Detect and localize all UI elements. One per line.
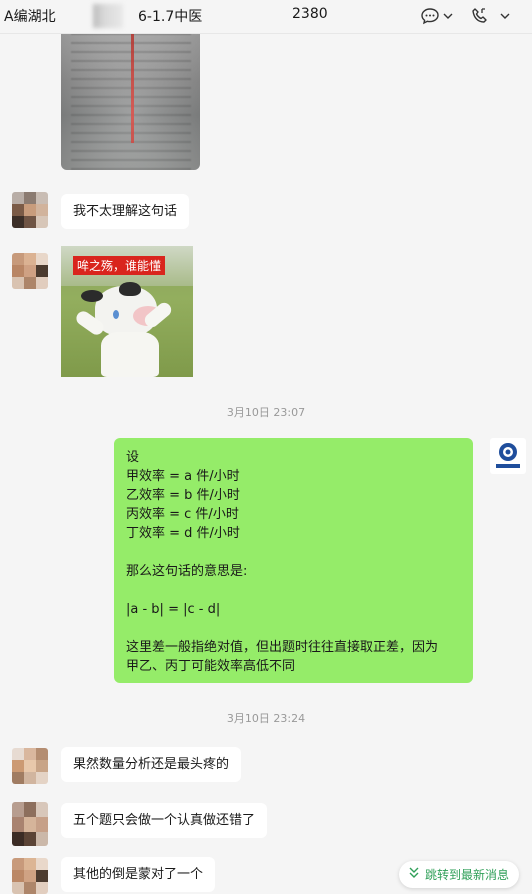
avatar[interactable]	[12, 858, 48, 894]
chat-title-part2: 6-1.7中医	[138, 9, 203, 25]
message-bubble: 其他的倒是蒙对了一个	[61, 857, 216, 892]
reply-line: 丙效率 = c 件/小时	[126, 507, 239, 522]
double-chevron-down-icon	[409, 867, 419, 882]
timestamp: 3月10日 23:24	[226, 712, 306, 725]
reply-line: 乙效率 = b 件/小时	[126, 488, 240, 503]
document-photo[interactable]	[61, 33, 200, 170]
reply-line	[126, 543, 461, 562]
reply-line: 甲效率 = a 件/小时	[126, 469, 240, 484]
reply-line: 甲乙、丙丁可能效率高低不同	[126, 659, 296, 674]
reply-line	[126, 619, 461, 638]
title-redaction	[93, 4, 123, 28]
chevron-down-icon[interactable]	[442, 6, 454, 26]
avatar[interactable]	[12, 802, 48, 846]
chat-title-part1: A编湖北	[4, 9, 56, 25]
reply-line: |a - b| = |c - d|	[126, 602, 221, 617]
chevron-down-icon[interactable]	[498, 6, 512, 26]
jump-to-latest-button[interactable]: 跳转到最新消息	[399, 861, 519, 888]
logo-icon	[496, 443, 520, 468]
reply-line: 这里差一般指绝对值，但出题时往往直接取正差，因为	[126, 640, 439, 655]
jump-to-latest-label: 跳转到最新消息	[424, 868, 509, 882]
avatar[interactable]	[12, 253, 48, 289]
self-avatar[interactable]	[490, 438, 526, 474]
reply-line: 设	[126, 450, 140, 465]
message-bubble: 五个题只会做一个认真做还错了	[61, 803, 268, 838]
chat-header: A编湖北 6-1.7中医 2380	[0, 0, 532, 34]
avatar[interactable]	[12, 192, 48, 228]
message-bubble: 我不太理解这句话	[61, 194, 190, 229]
member-count: 2380	[292, 6, 328, 22]
reply-line	[126, 581, 461, 600]
phone-call-icon[interactable]	[470, 6, 490, 26]
timestamp: 3月10日 23:07	[226, 406, 306, 419]
reply-bubble: 设 甲效率 = a 件/小时 乙效率 = b 件/小时 丙效率 = c 件/小时…	[114, 438, 473, 683]
sticker-image[interactable]: 哞之殇，谁能懂	[61, 246, 193, 377]
reply-line: 那么这句话的意思是:	[126, 564, 248, 579]
avatar[interactable]	[12, 748, 48, 784]
message-bubble: 果然数量分析还是最头疼的	[61, 747, 242, 782]
chat-bubble-icon[interactable]	[420, 6, 440, 26]
reply-line: 丁效率 = d 件/小时	[126, 526, 240, 541]
sticker-caption: 哞之殇，谁能懂	[73, 256, 166, 275]
